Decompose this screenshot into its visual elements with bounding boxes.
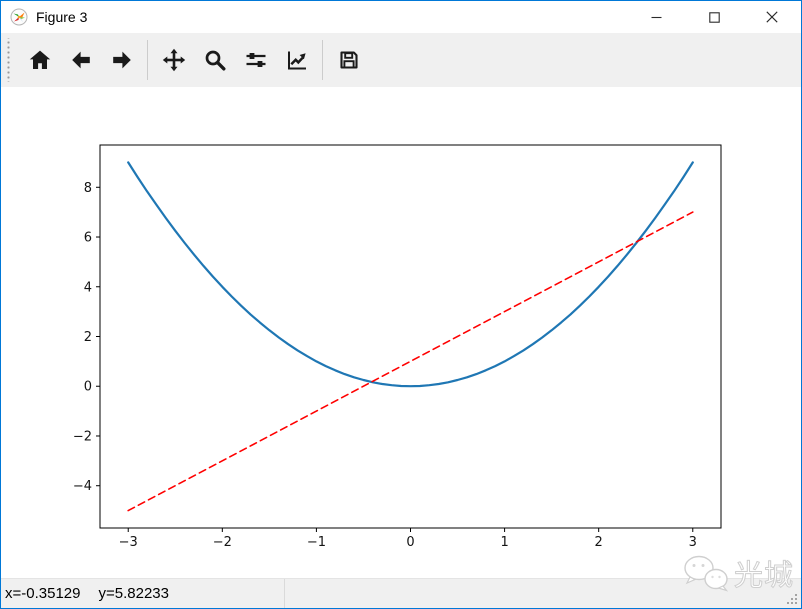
titlebar[interactable]: Figure 3 <box>1 1 801 33</box>
pan-button[interactable] <box>153 37 194 83</box>
caption-buttons <box>627 1 801 33</box>
minimize-icon <box>651 16 661 18</box>
save-button[interactable] <box>328 37 369 83</box>
minimize-button[interactable] <box>627 1 685 33</box>
zoom-rect-icon <box>205 50 225 71</box>
cursor-y-readout: y=5.82233 <box>98 585 169 602</box>
pan-icon <box>162 48 185 72</box>
x-tick-label: 1 <box>500 535 508 550</box>
series-line-0 <box>127 161 694 388</box>
x-axis-ticks: −3 −2 −1 0 1 2 3 <box>119 528 697 550</box>
x-tick-label: 0 <box>406 535 414 550</box>
forward-arrow-icon <box>112 51 131 69</box>
save-icon <box>339 51 358 69</box>
toolbar-separator <box>322 40 323 80</box>
back-arrow-icon <box>71 51 90 69</box>
y-tick-label: −4 <box>73 479 92 494</box>
toolbar-grip <box>5 38 10 82</box>
statusbar: x=-0.35129 y=5.82233 <box>1 578 801 608</box>
x-tick-label: 3 <box>689 535 697 550</box>
matplotlib-logo-icon <box>10 8 28 26</box>
close-button[interactable] <box>743 1 801 33</box>
forward-button[interactable] <box>101 37 142 83</box>
navigation-toolbar <box>1 33 801 87</box>
cursor-x-readout: x=-0.35129 <box>5 585 81 602</box>
maximize-button[interactable] <box>685 1 743 33</box>
y-axis-ticks: −4 −2 0 2 4 6 8 <box>73 181 100 494</box>
maximize-icon <box>708 11 720 23</box>
y-tick-label: 0 <box>84 380 92 395</box>
figure-window: Figure 3 −3 −2 −1 0 1 2 3 −4 −2 0 2 4 6 … <box>0 0 802 609</box>
x-tick-label: −1 <box>307 535 326 550</box>
plot-axes[interactable]: −3 −2 −1 0 1 2 3 −4 −2 0 2 4 6 8 <box>1 87 801 578</box>
figure-canvas[interactable]: −3 −2 −1 0 1 2 3 −4 −2 0 2 4 6 8 <box>1 87 801 578</box>
y-tick-label: 8 <box>84 181 92 196</box>
x-tick-label: 2 <box>595 535 603 550</box>
home-button[interactable] <box>19 37 60 83</box>
close-icon <box>766 11 778 23</box>
statusbar-separator <box>284 579 285 608</box>
series-line-1 <box>127 211 694 512</box>
back-button[interactable] <box>60 37 101 83</box>
y-tick-label: 6 <box>84 231 92 246</box>
edit-parameters-button[interactable] <box>276 37 317 83</box>
axes-spines <box>99 144 722 529</box>
configure-subplots-button[interactable] <box>235 37 276 83</box>
configure-subplots-icon <box>246 53 265 67</box>
home-icon <box>29 50 50 69</box>
toolbar-separator <box>147 40 148 80</box>
zoom-button[interactable] <box>194 37 235 83</box>
window-title: Figure 3 <box>36 9 88 25</box>
resize-grip[interactable] <box>786 593 798 605</box>
y-tick-label: 4 <box>84 280 92 295</box>
x-tick-label: −2 <box>213 535 232 550</box>
plot-series <box>127 161 694 512</box>
y-tick-label: 2 <box>84 330 92 345</box>
edit-plot-icon <box>287 51 306 70</box>
y-tick-label: −2 <box>73 429 92 444</box>
x-tick-label: −3 <box>119 535 138 550</box>
